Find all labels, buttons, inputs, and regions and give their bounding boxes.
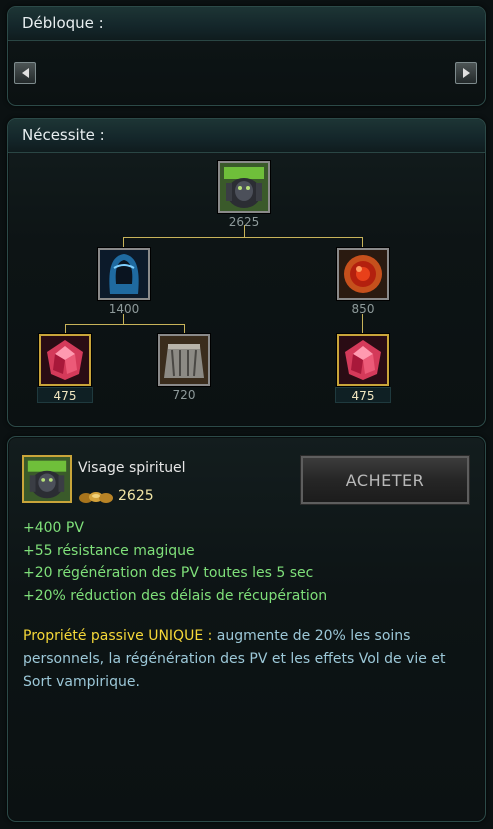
unlock-title: Débloque : (22, 14, 104, 32)
item-price: 720 (172, 388, 196, 402)
unlock-panel: Débloque : (7, 6, 486, 106)
buy-button[interactable]: ACHETER (300, 455, 470, 505)
red-orb-icon (337, 248, 389, 300)
stat-line: +20 régénération des PV toutes les 5 sec (23, 565, 314, 581)
gold-coins-icon (78, 489, 114, 508)
tree-connector (184, 324, 185, 334)
scroll-right-button[interactable] (455, 62, 477, 84)
arrow-right-icon (462, 68, 470, 78)
requires-title: Nécessite : (22, 126, 105, 144)
cloth-cloak-icon (158, 334, 210, 386)
stat-line: +55 résistance magique (23, 542, 195, 559)
tree-item-root[interactable]: 2625 (216, 161, 272, 230)
item-info-panel: Visage spirituel 2625 ACHETER +400 PV +5… (7, 436, 486, 822)
tree-connector (123, 237, 124, 247)
requires-panel: Nécessite : 2625 1400 850 475 720 475 (7, 118, 486, 427)
tree-connector (362, 314, 363, 334)
item-price: 475 (37, 387, 93, 403)
scroll-left-button[interactable] (14, 62, 36, 84)
unlock-header: Débloque : (8, 7, 485, 41)
tree-item[interactable]: 475 (37, 334, 93, 403)
item-price: 850 (351, 302, 375, 316)
tree-connector (362, 237, 363, 247)
passive-description: Propriété passive UNIQUE : augmente de 2… (23, 625, 463, 694)
item-name: Visage spirituel (78, 460, 186, 476)
ruby-crystal-icon (39, 334, 91, 386)
item-price: 475 (335, 387, 391, 403)
item-cost: 2625 (118, 488, 154, 504)
item-stats: +400 PV +55 résistance magique +20 régén… (23, 517, 327, 607)
tree-connector (65, 324, 66, 334)
requires-header: Nécessite : (8, 119, 485, 153)
tree-item[interactable]: 1400 (96, 248, 152, 317)
passive-label: Propriété passive UNIQUE : (23, 628, 213, 644)
tree-item[interactable]: 720 (156, 334, 212, 403)
tree-connector (65, 324, 185, 325)
stat-line: +20% réduction des délais de récupératio… (23, 587, 328, 604)
stat-line: +400 PV (23, 520, 84, 536)
armor-helm-icon (22, 455, 72, 503)
tree-item[interactable]: 475 (335, 334, 391, 403)
tree-item[interactable]: 850 (335, 248, 391, 317)
item-price: 2625 (228, 215, 260, 229)
armor-helm-icon (218, 161, 270, 213)
tree-connector (123, 237, 363, 238)
item-price: 1400 (108, 302, 140, 316)
hooded-cloak-icon (98, 248, 150, 300)
ruby-crystal-icon (337, 334, 389, 386)
arrow-left-icon (21, 68, 29, 78)
